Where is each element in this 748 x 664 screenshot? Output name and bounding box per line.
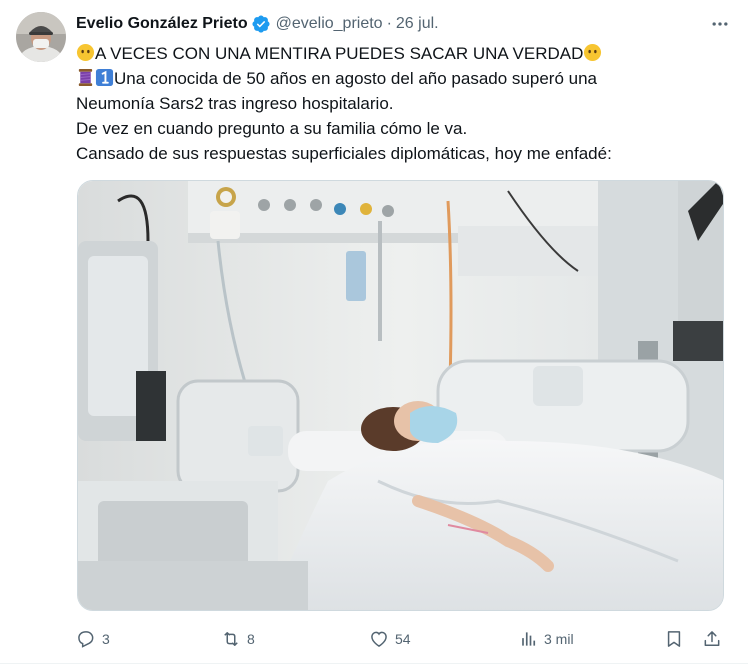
- face-without-mouth-icon: [76, 43, 95, 62]
- tweet-header: Evelio González Prieto @evelio_prieto · …: [76, 13, 732, 35]
- tweet-photo[interactable]: [77, 180, 724, 611]
- tweet-line: Una conocida de 50 años en agosto del añ…: [76, 66, 728, 91]
- tweet-line: Neumonía Sars2 tras ingreso hospitalario…: [76, 94, 394, 113]
- reply-icon: [78, 631, 94, 648]
- reply-count: 3: [102, 631, 110, 647]
- views-count: 3 mil: [544, 631, 574, 647]
- handle[interactable]: @evelio_prieto: [276, 14, 383, 34]
- face-without-mouth-icon: [583, 43, 602, 62]
- like-count: 54: [395, 631, 411, 647]
- retweet-icon: [224, 632, 238, 646]
- like-button[interactable]: 54: [369, 626, 411, 652]
- bookmark-button[interactable]: [664, 626, 684, 652]
- like-icon: [371, 631, 387, 647]
- retweet-button[interactable]: 8: [221, 626, 255, 652]
- action-bar: 3 8 54 3 mil: [76, 626, 728, 652]
- tweet-text: A VECES CON UNA MENTIRA PUEDES SACAR UNA…: [76, 41, 728, 166]
- tweet-line-1-text: A VECES CON UNA MENTIRA PUEDES SACAR UNA…: [95, 44, 584, 63]
- keycap-one-icon: [95, 68, 114, 87]
- tweet-line: De vez en cuando pregunto a su familia c…: [76, 119, 468, 138]
- tweet-line-2-text: Una conocida de 50 años en agosto del añ…: [114, 69, 597, 88]
- share-icon: [704, 631, 720, 646]
- retweet-count: 8: [247, 631, 255, 647]
- tweet-line: A VECES CON UNA MENTIRA PUEDES SACAR UNA…: [76, 41, 728, 66]
- avatar-image: [16, 12, 66, 62]
- display-name[interactable]: Evelio González Prieto: [76, 14, 248, 34]
- verified-badge-icon: [251, 14, 271, 34]
- separator-dot: ·: [386, 15, 392, 32]
- reply-button[interactable]: 3: [76, 626, 110, 652]
- share-button[interactable]: [702, 626, 722, 652]
- views-button[interactable]: 3 mil: [518, 626, 574, 652]
- bookmark-icon: [667, 631, 681, 647]
- hospital-bed-photo: [78, 181, 723, 610]
- tweet-line: Cansado de sus respuestas superficiales …: [76, 144, 612, 163]
- tweet-card[interactable]: Evelio González Prieto @evelio_prieto · …: [0, 0, 748, 664]
- timestamp[interactable]: 26 jul.: [396, 14, 439, 34]
- thread-spool-icon: [76, 68, 95, 87]
- more-icon[interactable]: [708, 12, 732, 36]
- avatar[interactable]: [16, 12, 66, 62]
- views-icon: [522, 632, 536, 646]
